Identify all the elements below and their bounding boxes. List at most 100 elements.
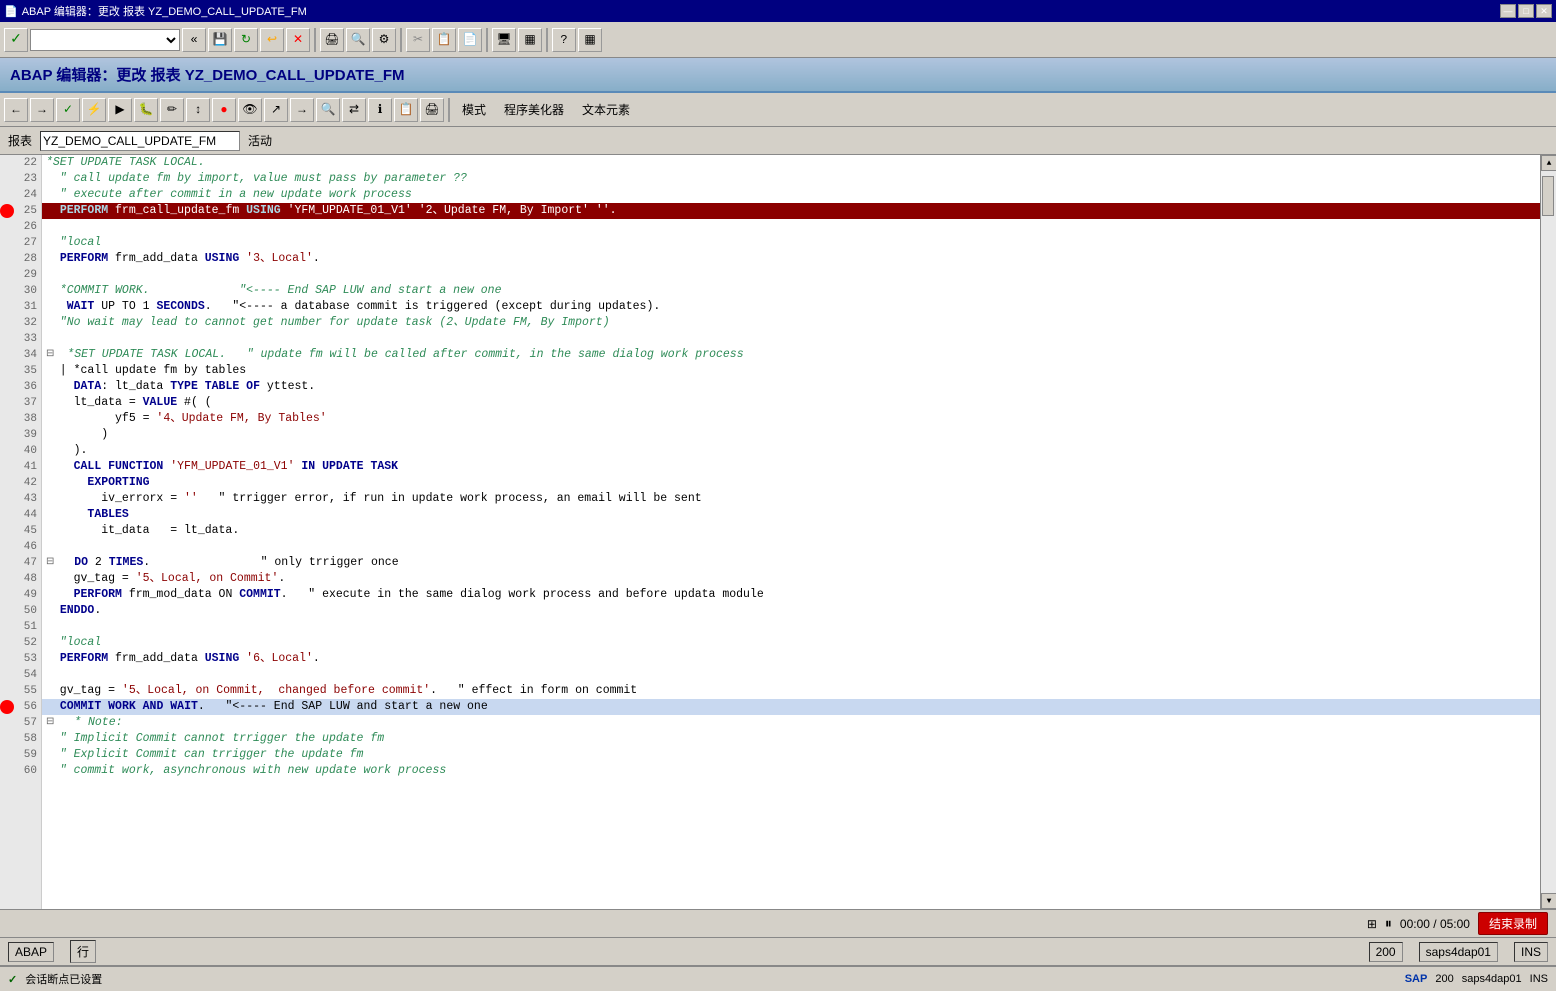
code-line-51[interactable] bbox=[42, 619, 1540, 635]
code-text: gv_tag = '5、Local, on Commit'. bbox=[46, 571, 285, 587]
code-line-22[interactable]: *SET UPDATE TASK LOCAL. bbox=[42, 155, 1540, 171]
code-line-35[interactable]: | *call update fm by tables bbox=[42, 363, 1540, 379]
nav-back-button[interactable]: « bbox=[182, 28, 206, 52]
menu-mode[interactable]: 模式 bbox=[454, 98, 494, 121]
grid-button[interactable]: ▦ bbox=[518, 28, 542, 52]
paste-button[interactable]: 📄 bbox=[458, 28, 482, 52]
menu-text-elements[interactable]: 文本元素 bbox=[574, 98, 638, 121]
debug-button[interactable]: 🐛 bbox=[134, 98, 158, 122]
code-line-53[interactable]: PERFORM frm_add_data USING '6、Local'. bbox=[42, 651, 1540, 667]
bottom-status-bar: ABAP 行 200 saps4dap01 INS bbox=[0, 937, 1556, 965]
code-line-32[interactable]: "No wait may lead to cannot get number f… bbox=[42, 315, 1540, 331]
menu-beautify[interactable]: 程序美化器 bbox=[496, 98, 572, 121]
toolbar-dropdown[interactable] bbox=[30, 29, 180, 51]
code-line-42[interactable]: EXPORTING bbox=[42, 475, 1540, 491]
scroll-track[interactable] bbox=[1541, 171, 1556, 893]
code-line-38[interactable]: yf5 = '4、Update FM, By Tables' bbox=[42, 411, 1540, 427]
code-line-34[interactable]: ⊟ *SET UPDATE TASK LOCAL. " update fm wi… bbox=[42, 347, 1540, 363]
code-line-28[interactable]: PERFORM frm_add_data USING '3、Local'. bbox=[42, 251, 1540, 267]
fold-icon[interactable]: ⊟ bbox=[46, 347, 60, 363]
code-line-49[interactable]: PERFORM frm_mod_data ON COMMIT. " execut… bbox=[42, 587, 1540, 603]
line-number-40: 40 bbox=[0, 443, 41, 459]
code-line-56[interactable]: COMMIT WORK AND WAIT. "<---- End SAP LUW… bbox=[42, 699, 1540, 715]
vertical-scrollbar[interactable]: ▲ ▼ bbox=[1540, 155, 1556, 909]
code-line-44[interactable]: TABLES bbox=[42, 507, 1540, 523]
code-line-36[interactable]: DATA: lt_data TYPE TABLE OF yttest. bbox=[42, 379, 1540, 395]
print2-button[interactable]: 🖨 bbox=[420, 98, 444, 122]
code-line-58[interactable]: " Implicit Commit cannot trrigger the up… bbox=[42, 731, 1540, 747]
cursor-button[interactable]: ↕ bbox=[186, 98, 210, 122]
help-button[interactable]: ? bbox=[552, 28, 576, 52]
step-over-button[interactable]: → bbox=[290, 98, 314, 122]
code-line-50[interactable]: ENDDO. bbox=[42, 603, 1540, 619]
code-line-59[interactable]: " Explicit Commit can trrigger the updat… bbox=[42, 747, 1540, 763]
code-line-55[interactable]: gv_tag = '5、Local, on Commit, changed be… bbox=[42, 683, 1540, 699]
code-line-41[interactable]: CALL FUNCTION 'YFM_UPDATE_01_V1' IN UPDA… bbox=[42, 459, 1540, 475]
maximize-button[interactable]: □ bbox=[1518, 4, 1534, 18]
pattern-button[interactable]: 📋 bbox=[394, 98, 418, 122]
test-button[interactable]: ▶ bbox=[108, 98, 132, 122]
code-text: PERFORM frm_add_data USING '3、Local'. bbox=[46, 251, 320, 267]
language-status: ABAP bbox=[8, 942, 54, 962]
green-check-button[interactable]: ✓ bbox=[4, 28, 28, 52]
line-number-59: 59 bbox=[0, 747, 41, 763]
code-line-46[interactable] bbox=[42, 539, 1540, 555]
code-line-30[interactable]: *COMMIT WORK. "<---- End SAP LUW and sta… bbox=[42, 283, 1540, 299]
cut-button[interactable]: ✂ bbox=[406, 28, 430, 52]
fold-icon[interactable]: ⊟ bbox=[46, 715, 60, 731]
monitor-button[interactable]: 🖥 bbox=[492, 28, 516, 52]
edit-button[interactable]: ✏ bbox=[160, 98, 184, 122]
watchpoint-button[interactable]: 👁 bbox=[238, 98, 262, 122]
end-record-button[interactable]: 结束录制 bbox=[1478, 912, 1548, 935]
code-line-43[interactable]: iv_errorx = '' " trrigger error, if run … bbox=[42, 491, 1540, 507]
forward-button[interactable]: → bbox=[30, 98, 54, 122]
breakpoint-button[interactable]: ● bbox=[212, 98, 236, 122]
code-line-37[interactable]: lt_data = VALUE #( ( bbox=[42, 395, 1540, 411]
activate-button[interactable]: ⚡ bbox=[82, 98, 106, 122]
customize-button[interactable]: ▦ bbox=[578, 28, 602, 52]
separator-2 bbox=[400, 28, 402, 52]
code-line-60[interactable]: " commit work, asynchronous with new upd… bbox=[42, 763, 1540, 779]
code-line-23[interactable]: " call update fm by import, value must p… bbox=[42, 171, 1540, 187]
title-icon: 📄 bbox=[4, 5, 18, 18]
undo-button[interactable]: ↩ bbox=[260, 28, 284, 52]
code-line-47[interactable]: ⊟ DO 2 TIMES. " only trrigger once bbox=[42, 555, 1540, 571]
code-line-39[interactable]: ) bbox=[42, 427, 1540, 443]
find-text-button[interactable]: 🔍 bbox=[316, 98, 340, 122]
check-syntax-button[interactable]: ✓ bbox=[56, 98, 80, 122]
code-line-26[interactable] bbox=[42, 219, 1540, 235]
code-line-45[interactable]: it_data = lt_data. bbox=[42, 523, 1540, 539]
line-number-25: 25 bbox=[0, 203, 41, 219]
code-line-33[interactable] bbox=[42, 331, 1540, 347]
save-button[interactable]: 💾 bbox=[208, 28, 232, 52]
copy-button[interactable]: 📋 bbox=[432, 28, 456, 52]
scroll-down-button[interactable]: ▼ bbox=[1541, 893, 1556, 909]
stop-button[interactable]: ✕ bbox=[286, 28, 310, 52]
code-line-52[interactable]: "local bbox=[42, 635, 1540, 651]
close-button[interactable]: ✕ bbox=[1536, 4, 1552, 18]
scroll-up-button[interactable]: ▲ bbox=[1541, 155, 1556, 171]
back-button[interactable]: ← bbox=[4, 98, 28, 122]
report-input[interactable] bbox=[40, 131, 240, 151]
replace-button[interactable]: ⇄ bbox=[342, 98, 366, 122]
fold-icon[interactable]: ⊟ bbox=[46, 555, 60, 571]
info-button[interactable]: ℹ bbox=[368, 98, 392, 122]
refresh-button[interactable]: ↻ bbox=[234, 28, 258, 52]
settings-button[interactable]: ⚙ bbox=[372, 28, 396, 52]
code-line-27[interactable]: "local bbox=[42, 235, 1540, 251]
code-line-24[interactable]: " execute after commit in a new update w… bbox=[42, 187, 1540, 203]
code-line-57[interactable]: ⊟ * Note: bbox=[42, 715, 1540, 731]
scroll-thumb[interactable] bbox=[1542, 176, 1554, 216]
code-line-29[interactable] bbox=[42, 267, 1540, 283]
step-button[interactable]: ↗ bbox=[264, 98, 288, 122]
print-button[interactable]: 🖨 bbox=[320, 28, 344, 52]
code-line-31[interactable]: WAIT UP TO 1 SECONDS. "<---- a database … bbox=[42, 299, 1540, 315]
line-number-57: 57 bbox=[0, 715, 41, 731]
minimize-button[interactable]: — bbox=[1500, 4, 1516, 18]
find-button[interactable]: 🔍 bbox=[346, 28, 370, 52]
code-line-40[interactable]: ). bbox=[42, 443, 1540, 459]
code-line-54[interactable] bbox=[42, 667, 1540, 683]
code-content[interactable]: *SET UPDATE TASK LOCAL. " call update fm… bbox=[42, 155, 1540, 909]
code-line-25[interactable]: PERFORM frm_call_update_fm USING 'YFM_UP… bbox=[42, 203, 1540, 219]
code-line-48[interactable]: gv_tag = '5、Local, on Commit'. bbox=[42, 571, 1540, 587]
